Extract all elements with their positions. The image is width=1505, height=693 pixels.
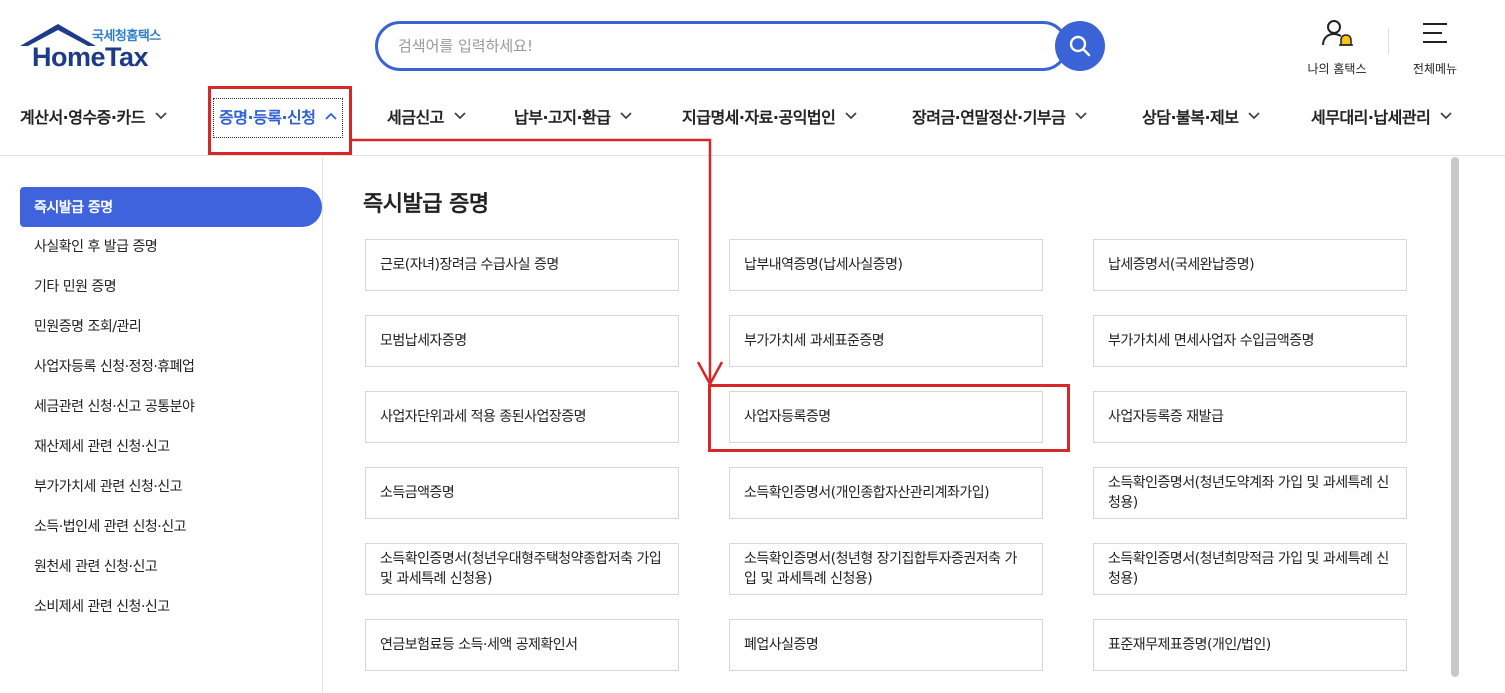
annotation-box-card <box>708 384 1070 452</box>
search-box <box>375 21 1068 71</box>
card-subordinate-business[interactable]: 사업자단위과세 적용 종된사업장증명 <box>365 391 679 443</box>
sidebar-item-business-registration[interactable]: 사업자등록 신청·정정·휴폐업 <box>20 346 322 386</box>
all-menu-button[interactable]: 전체메뉴 <box>1405 18 1465 77</box>
page-title: 즉시발급 증명 <box>363 192 489 217</box>
card-income-youth-fund[interactable]: 소득확인증명서(청년형 장기집합투자증권저축 가입 및 과세특례 신청용) <box>729 543 1043 595</box>
gnb-label: 세금신고 <box>387 108 444 127</box>
gnb-item-tax-filing[interactable]: 세금신고 <box>387 98 466 134</box>
sidebar-item-consumption-tax[interactable]: 소비제세 관련 신청·신고 <box>20 586 322 626</box>
gnb-item-statements[interactable]: 지급명세·자료·공익법인 <box>682 98 857 134</box>
gnb-item-tax-agent[interactable]: 세무대리·납세관리 <box>1311 98 1452 134</box>
gnb-item-payment[interactable]: 납부·고지·환급 <box>514 98 633 134</box>
sidebar: 즉시발급 증명 사실확인 후 발급 증명 기타 민원 증명 민원증명 조회/관리… <box>0 157 323 693</box>
chevron-down-icon <box>1440 112 1452 120</box>
search-input[interactable] <box>398 34 1038 58</box>
gnb-label: 지급명세·자료·공익법인 <box>682 108 836 127</box>
chevron-down-icon <box>454 112 466 120</box>
sidebar-item-property-tax[interactable]: 재산제세 관련 신청·신고 <box>20 426 322 466</box>
hometax-logo[interactable]: 국세청홈택스 HomeTax <box>18 22 178 76</box>
chevron-down-icon <box>620 112 633 120</box>
card-model-taxpayer[interactable]: 모범납세자증명 <box>365 315 679 367</box>
card-tax-payment-certificate[interactable]: 납세증명서(국세완납증명) <box>1093 239 1407 291</box>
gnb-item-consulting[interactable]: 상담·불복·제보 <box>1142 98 1261 134</box>
sidebar-item-certificate-lookup[interactable]: 민원증명 조회/관리 <box>20 306 322 346</box>
user-bell-icon <box>1322 20 1353 46</box>
my-hometax-button[interactable]: 나의 홈택스 <box>1300 18 1374 77</box>
all-menu-label: 전체메뉴 <box>1412 62 1458 76</box>
card-financial-statement[interactable]: 표준재무제표증명(개인/법인) <box>1093 619 1407 671</box>
card-earned-income-incentive[interactable]: 근로(자녀)장려금 수급사실 증명 <box>365 239 679 291</box>
sidebar-item-withholding-tax[interactable]: 원천세 관련 신청·신고 <box>20 546 322 586</box>
sidebar-item-instant-certificate[interactable]: 즉시발급 증명 <box>20 187 322 227</box>
search-button[interactable] <box>1055 21 1105 71</box>
card-income-youth-hope[interactable]: 소득확인증명서(청년희망적금 가입 및 과세특례 신청용) <box>1093 543 1407 595</box>
card-income-youth-housing[interactable]: 소득확인증명서(청년우대형주택청약종합저축 가입 및 과세특례 신청용) <box>365 543 679 595</box>
utility-divider <box>1388 28 1389 54</box>
sidebar-item-income-corporate-tax[interactable]: 소득·법인세 관련 신청·신고 <box>20 506 322 546</box>
my-hometax-label: 나의 홈택스 <box>1307 62 1367 76</box>
sidebar-item-other-certificate[interactable]: 기타 민원 증명 <box>20 266 322 306</box>
card-vat-exempt-income[interactable]: 부가가치세 면세사업자 수입금액증명 <box>1093 315 1407 367</box>
card-payment-history[interactable]: 납부내역증명(납세사실증명) <box>729 239 1043 291</box>
gnb-item-incentives[interactable]: 장려금·연말정산·기부금 <box>912 98 1087 134</box>
card-closure-certificate[interactable]: 폐업사실증명 <box>729 619 1043 671</box>
hamburger-menu-icon <box>1423 23 1447 43</box>
card-income-youth-leap[interactable]: 소득확인증명서(청년도약계좌 가입 및 과세특례 신청용) <box>1093 467 1407 519</box>
scrollbar[interactable] <box>1451 157 1459 677</box>
card-vat-tax-base[interactable]: 부가가치세 과세표준증명 <box>729 315 1043 367</box>
chevron-down-icon <box>1075 112 1087 120</box>
gnb-item-invoices[interactable]: 계산서·영수증·카드 <box>20 98 167 134</box>
card-income-amount[interactable]: 소득금액증명 <box>365 467 679 519</box>
card-income-isa[interactable]: 소득확인증명서(개인종합자산관리계좌가입) <box>729 467 1043 519</box>
gnb-label: 납부·고지·환급 <box>514 108 611 127</box>
sidebar-item-verified-certificate[interactable]: 사실확인 후 발급 증명 <box>20 226 322 266</box>
search-icon <box>1069 35 1091 57</box>
gnb-label: 장려금·연말정산·기부금 <box>912 108 1066 127</box>
gnb-label: 계산서·영수증·카드 <box>20 108 145 127</box>
annotation-box-nav <box>208 86 352 155</box>
chevron-down-icon <box>155 112 167 120</box>
chevron-down-icon <box>845 112 857 120</box>
sidebar-item-vat[interactable]: 부가가치세 관련 신청·신고 <box>20 466 322 506</box>
sidebar-item-common-filing[interactable]: 세금관련 신청·신고 공통분야 <box>20 386 322 426</box>
card-business-registration-reissue[interactable]: 사업자등록증 재발급 <box>1093 391 1407 443</box>
chevron-down-icon <box>1248 112 1261 120</box>
card-pension-deduction[interactable]: 연금보험료등 소득·세액 공제확인서 <box>365 619 679 671</box>
gnb-label: 세무대리·납세관리 <box>1311 108 1431 127</box>
gnb-label: 상담·불복·제보 <box>1142 108 1239 127</box>
logo-english-text: HomeTax <box>32 42 149 72</box>
